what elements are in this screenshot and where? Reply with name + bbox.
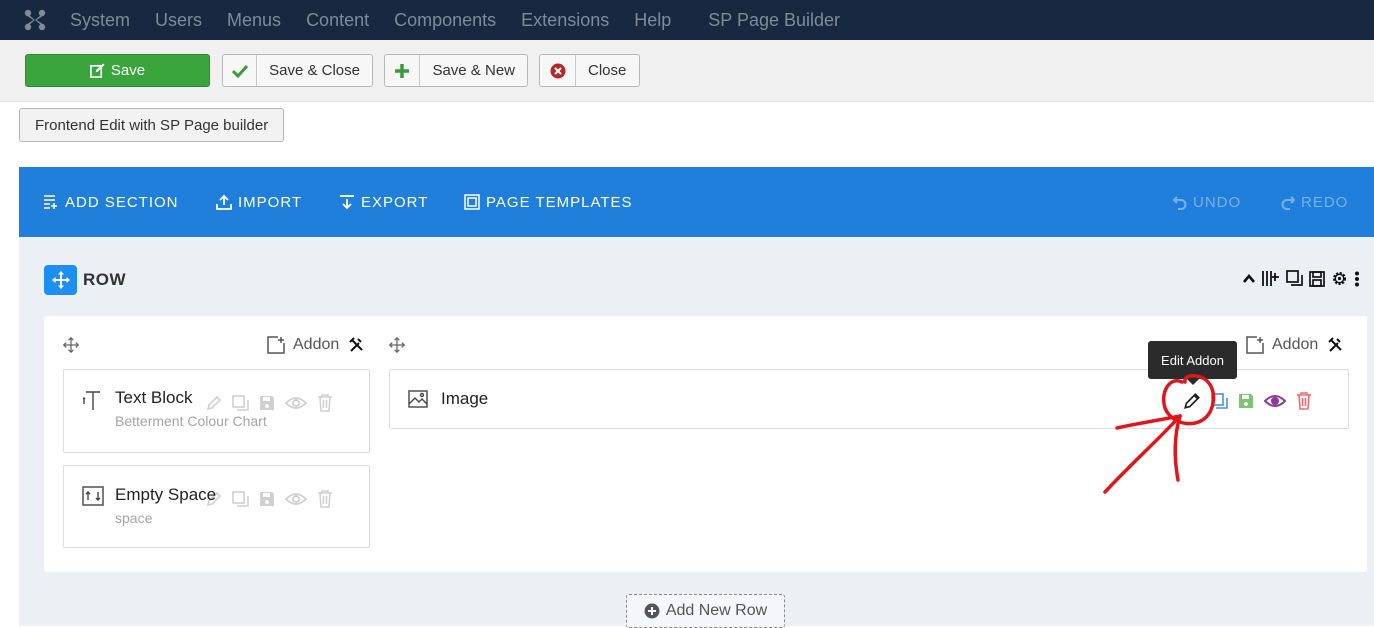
eye-icon[interactable] bbox=[1264, 394, 1286, 408]
save-icon[interactable] bbox=[259, 395, 275, 411]
addon-tools bbox=[206, 394, 333, 412]
copy-icon[interactable] bbox=[232, 490, 249, 508]
addon-subtitle: Betterment Colour Chart bbox=[115, 413, 267, 429]
addon-tools bbox=[206, 490, 333, 508]
column-2-add-addon[interactable]: Addon bbox=[1246, 336, 1344, 354]
save-icon[interactable] bbox=[259, 491, 275, 507]
save-icon[interactable] bbox=[1309, 270, 1325, 287]
column-move-icon[interactable] bbox=[63, 337, 79, 353]
redo-button[interactable]: REDO bbox=[1281, 167, 1348, 237]
save-button[interactable]: Save bbox=[25, 54, 210, 87]
addon-empty-space[interactable]: Empty Space space bbox=[63, 465, 370, 548]
copy-icon[interactable] bbox=[1211, 392, 1228, 410]
page-templates-icon bbox=[464, 194, 480, 210]
menu-menus[interactable]: Menus bbox=[227, 10, 281, 31]
add-addon-icon bbox=[267, 336, 285, 354]
trash-icon[interactable] bbox=[317, 394, 333, 412]
row-move-icon[interactable] bbox=[44, 265, 77, 295]
row-title: ROW bbox=[83, 270, 127, 289]
addon-title: Empty Space bbox=[115, 485, 217, 504]
save-close-button[interactable]: Save & Close bbox=[222, 54, 373, 87]
plus-icon bbox=[385, 55, 421, 86]
undo-label: UNDO bbox=[1193, 193, 1242, 211]
menu-system[interactable]: System bbox=[70, 10, 130, 31]
trash-icon[interactable] bbox=[1296, 392, 1312, 410]
column-settings-icon[interactable] bbox=[1328, 337, 1344, 353]
add-section-button[interactable]: ADD SECTION bbox=[43, 167, 179, 237]
menu-users[interactable]: Users bbox=[155, 10, 202, 31]
more-options-icon[interactable] bbox=[1354, 271, 1360, 287]
column-1-add-addon[interactable]: Addon bbox=[267, 336, 365, 354]
columns-icon[interactable] bbox=[1262, 270, 1280, 287]
add-new-row-label: Add New Row bbox=[665, 602, 768, 619]
add-section-label: ADD SECTION bbox=[65, 193, 179, 211]
top-menu-bar: System Users Menus Content Components Ex… bbox=[0, 0, 1374, 40]
eye-icon[interactable] bbox=[285, 396, 307, 410]
add-new-row-button[interactable]: Add New Row bbox=[626, 594, 785, 628]
image-icon bbox=[408, 390, 428, 408]
redo-label: REDO bbox=[1301, 193, 1349, 211]
edit-addon-tooltip: Edit Addon bbox=[1148, 341, 1237, 385]
upload-icon bbox=[216, 194, 232, 210]
page-templates-label: PAGE TEMPLATES bbox=[486, 193, 633, 211]
import-button[interactable]: IMPORT bbox=[216, 167, 302, 237]
save-new-button[interactable]: Save & New bbox=[384, 54, 528, 87]
page-builder-toolbar: ADD SECTION IMPORT EXPORT PAGE TEMPLATES… bbox=[19, 167, 1374, 237]
save-close-label: Save & Close bbox=[269, 62, 360, 79]
addon-label: Addon bbox=[293, 336, 340, 353]
edit-icon bbox=[89, 63, 105, 78]
undo-icon bbox=[1173, 195, 1187, 210]
joomla-logo-icon[interactable] bbox=[0, 0, 70, 40]
menu-extensions[interactable]: Extensions bbox=[521, 10, 609, 31]
download-icon bbox=[340, 195, 354, 210]
text-block-icon bbox=[82, 391, 100, 410]
addon-label: Addon bbox=[1272, 336, 1319, 353]
close-circle-icon bbox=[540, 55, 576, 86]
menu-help[interactable]: Help bbox=[634, 10, 671, 31]
page-templates-button[interactable]: PAGE TEMPLATES bbox=[464, 167, 633, 237]
add-section-icon bbox=[44, 195, 57, 209]
export-button[interactable]: EXPORT bbox=[339, 167, 428, 237]
save-label: Save bbox=[110, 62, 146, 79]
close-label: Close bbox=[588, 62, 627, 79]
undo-button[interactable]: UNDO bbox=[1173, 167, 1241, 237]
redo-icon bbox=[1281, 195, 1295, 210]
plus-circle-icon bbox=[644, 603, 660, 619]
gear-icon[interactable] bbox=[1331, 270, 1348, 287]
save-icon[interactable] bbox=[1238, 393, 1254, 409]
addon-title: Image bbox=[441, 389, 489, 408]
edit-icon[interactable] bbox=[206, 395, 222, 411]
toolbar: Save Save & Close Save & New Close bbox=[0, 40, 1374, 102]
menu-components[interactable]: Components bbox=[394, 10, 496, 31]
check-icon bbox=[223, 55, 258, 86]
edit-icon[interactable] bbox=[206, 491, 222, 507]
edit-icon[interactable] bbox=[1183, 392, 1201, 410]
row-header: ROW bbox=[44, 265, 126, 295]
import-label: IMPORT bbox=[238, 193, 303, 211]
copy-icon[interactable] bbox=[1286, 270, 1303, 287]
add-addon-icon bbox=[1246, 336, 1264, 354]
menu-content[interactable]: Content bbox=[306, 10, 369, 31]
addon-tools bbox=[1183, 392, 1312, 410]
column-move-icon[interactable] bbox=[389, 337, 405, 353]
eye-icon[interactable] bbox=[285, 492, 307, 506]
empty-space-icon bbox=[82, 486, 104, 506]
frontend-edit-button[interactable]: Frontend Edit with SP Page builder bbox=[19, 108, 285, 142]
close-button[interactable]: Close bbox=[539, 54, 640, 87]
addon-subtitle: space bbox=[115, 510, 153, 526]
row-tools bbox=[1242, 270, 1360, 287]
export-label: EXPORT bbox=[361, 193, 429, 211]
trash-icon[interactable] bbox=[317, 490, 333, 508]
save-new-label: Save & New bbox=[432, 62, 515, 79]
addon-text-block[interactable]: Text Block Betterment Colour Chart bbox=[63, 369, 370, 453]
copy-icon[interactable] bbox=[232, 394, 249, 412]
menu-sp-page-builder[interactable]: SP Page Builder bbox=[708, 10, 840, 31]
collapse-icon[interactable] bbox=[1242, 273, 1256, 285]
column-settings-icon[interactable] bbox=[349, 337, 365, 353]
addon-title: Text Block bbox=[115, 388, 193, 407]
builder-workspace: ROW Addon Addon Text Block Betterment Co… bbox=[19, 237, 1374, 626]
